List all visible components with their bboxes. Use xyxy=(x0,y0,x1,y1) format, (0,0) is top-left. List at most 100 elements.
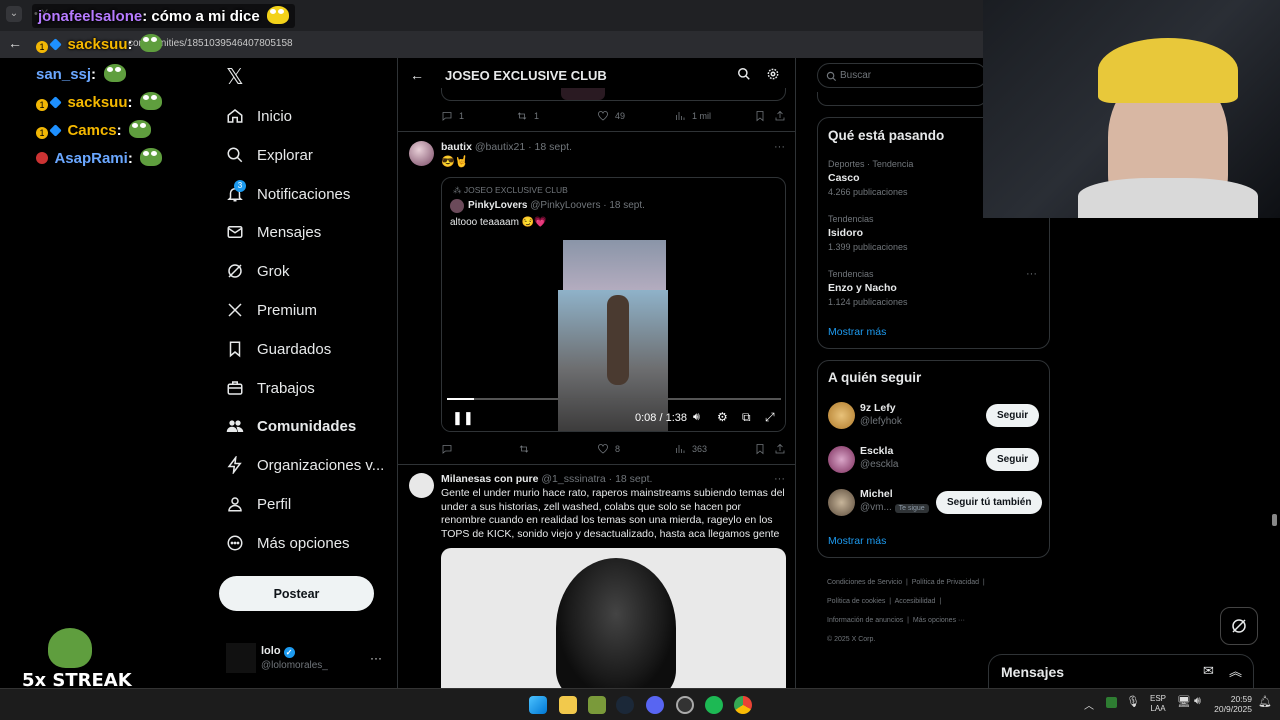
nav-item-organizations[interactable]: Organizaciones v... xyxy=(226,450,384,480)
show-more-follow-link[interactable]: Mostrar más xyxy=(828,535,886,547)
repost-button[interactable]: 1 xyxy=(516,110,539,122)
notification-bell-icon[interactable]: 🔔︎ xyxy=(1258,695,1272,708)
file-explorer-icon[interactable] xyxy=(559,696,577,714)
previous-post-media-frame xyxy=(441,88,786,101)
post-author-handle[interactable]: @bautix21 xyxy=(475,141,525,153)
reply-button[interactable]: 1 xyxy=(441,110,464,122)
footer-link-terms[interactable]: Condiciones de Servicio xyxy=(827,579,902,586)
spotify-icon[interactable] xyxy=(705,696,723,714)
nav-item-communities[interactable]: Comunidades xyxy=(226,411,356,441)
x-logo-icon[interactable]: 𝕏 xyxy=(226,64,244,90)
pip-icon[interactable]: ⧉ xyxy=(742,410,751,425)
keyboard-language[interactable]: ESP LAA xyxy=(1150,694,1166,714)
share-button[interactable] xyxy=(774,443,786,455)
post-author-name[interactable]: Milanesas con pure xyxy=(441,473,538,485)
volume-icon[interactable]: 🔊︎ xyxy=(1194,695,1201,708)
post-date[interactable]: · 18 sept. xyxy=(528,141,572,153)
follow-user[interactable]: Michel @vm... Te sigue xyxy=(860,488,929,513)
footer-link-more[interactable]: Más opciones ··· xyxy=(913,617,965,624)
grok-float-button[interactable] xyxy=(1220,607,1258,645)
bookmark-button[interactable] xyxy=(754,110,766,122)
x-logo-icon xyxy=(228,303,242,317)
account-menu-icon[interactable]: ··· xyxy=(370,651,382,665)
post-date[interactable]: · 18 sept. xyxy=(609,473,653,485)
start-windows-icon[interactable] xyxy=(529,696,547,714)
app-icon[interactable] xyxy=(588,696,606,714)
video-settings-icon[interactable]: ⚙ xyxy=(717,410,728,424)
scrollbar-thumb[interactable] xyxy=(1272,514,1277,526)
account-name[interactable]: lolo ✓ xyxy=(261,645,295,658)
follow-button[interactable]: Seguir xyxy=(986,448,1040,471)
nav-item-notifications[interactable]: 3 Notificaciones xyxy=(226,179,350,209)
microphone-icon[interactable]: 🎙︎ xyxy=(1126,695,1140,708)
steam-icon[interactable] xyxy=(616,696,634,714)
follow-button[interactable]: Seguir xyxy=(986,404,1040,427)
repost-button[interactable] xyxy=(518,443,536,455)
back-arrow-icon[interactable]: ← xyxy=(410,67,424,83)
nav-item-premium[interactable]: Premium xyxy=(226,295,317,325)
post-more-icon[interactable]: ··· xyxy=(774,473,785,485)
trend-more-icon[interactable]: ··· xyxy=(1026,268,1037,280)
messages-drawer[interactable]: Mensajes ✉ ︽ xyxy=(988,654,1254,688)
footer-link-cookies[interactable]: Política de cookies xyxy=(827,598,885,605)
post-image[interactable] xyxy=(441,548,786,690)
follow-user[interactable]: 9z Lefy @lefyhok xyxy=(860,402,902,427)
network-icon[interactable]: 🖥︎ xyxy=(1177,695,1191,708)
pause-icon[interactable]: ❚❚ xyxy=(452,410,474,426)
follow-back-button[interactable]: Seguir tú también xyxy=(936,491,1043,514)
quoted-post[interactable]: ⁂ JOSEO EXCLUSIVE CLUB PinkyLovers @Pink… xyxy=(441,177,786,432)
share-button[interactable] xyxy=(774,110,786,122)
search-icon[interactable] xyxy=(737,67,751,86)
obs-icon[interactable] xyxy=(676,696,694,714)
post-more-icon[interactable]: ··· xyxy=(774,141,785,153)
new-message-icon[interactable]: ✉ xyxy=(1203,663,1214,679)
trend-item[interactable]: Deportes · Tendencia Casco 4.266 publica… xyxy=(828,159,913,197)
nav-item-more[interactable]: Más opciones xyxy=(226,528,350,558)
follow-avatar[interactable] xyxy=(828,402,855,429)
clock[interactable]: 20:59 20/9/2025 xyxy=(1210,694,1252,714)
show-more-trends-link[interactable]: Mostrar más xyxy=(828,326,886,338)
follow-avatar[interactable] xyxy=(828,446,855,473)
tray-app-icon[interactable] xyxy=(1106,697,1117,708)
volume-icon[interactable]: 🔊︎ xyxy=(693,411,700,424)
post-avatar[interactable] xyxy=(409,141,434,166)
post-avatar[interactable] xyxy=(409,473,434,498)
like-button[interactable]: 8 xyxy=(597,443,620,455)
fullscreen-icon[interactable]: ⤢ xyxy=(765,410,775,425)
expand-chevron-icon[interactable]: ︽ xyxy=(1229,661,1242,680)
trend-item[interactable]: Tendencias Isidoro 1.399 publicaciones xyxy=(828,214,908,252)
nav-item-grok[interactable]: Grok xyxy=(226,256,290,286)
reply-button[interactable] xyxy=(441,443,459,455)
nav-item-profile[interactable]: Perfil xyxy=(226,489,291,519)
trend-item[interactable]: Tendencias Enzo y Nacho 1.124 publicacio… xyxy=(828,269,908,307)
post-author-name[interactable]: bautix xyxy=(441,141,472,153)
footer-link-accessibility[interactable]: Accesibilidad xyxy=(895,598,936,605)
chrome-icon[interactable] xyxy=(734,696,752,714)
follow-user[interactable]: Esckla @esckla xyxy=(860,445,899,470)
nav-item-messages[interactable]: Mensajes xyxy=(226,217,321,247)
settings-gear-icon[interactable] xyxy=(766,67,780,86)
post-author-handle[interactable]: @1_sssinatra xyxy=(541,473,605,485)
video-player[interactable]: ❚❚ 0:08 / 1:38 🔊︎ ⚙ ⧉ ⤢ xyxy=(442,240,785,431)
nav-item-bookmarks[interactable]: Guardados xyxy=(226,334,331,364)
nav-item-explore[interactable]: Explorar xyxy=(226,140,313,170)
nav-item-label: Premium xyxy=(257,301,318,319)
views-chart-icon xyxy=(676,112,685,120)
tab-list-chevron-icon[interactable]: ⌄ xyxy=(6,6,22,22)
footer-link-privacy[interactable]: Política de Privacidad xyxy=(912,579,979,586)
views-button[interactable]: 1 mil xyxy=(674,110,711,122)
account-avatar[interactable] xyxy=(226,643,256,673)
footer-link-ads[interactable]: Información de anuncios xyxy=(827,617,903,624)
video-progress-track[interactable] xyxy=(447,398,781,400)
tray-chevron-icon[interactable]: ︿ xyxy=(1084,697,1094,712)
post-button[interactable]: Postear xyxy=(219,576,374,611)
bookmark-button[interactable] xyxy=(754,443,766,455)
discord-icon[interactable] xyxy=(646,696,664,714)
browser-back-icon[interactable]: ← xyxy=(8,35,22,51)
views-button[interactable]: 363 xyxy=(674,443,707,455)
follow-avatar[interactable] xyxy=(828,489,855,516)
nav-item-home[interactable]: Inicio xyxy=(226,101,292,131)
search-box[interactable]: Buscar xyxy=(817,63,987,88)
like-button[interactable]: 49 xyxy=(597,110,625,122)
nav-item-jobs[interactable]: Trabajos xyxy=(226,373,315,403)
